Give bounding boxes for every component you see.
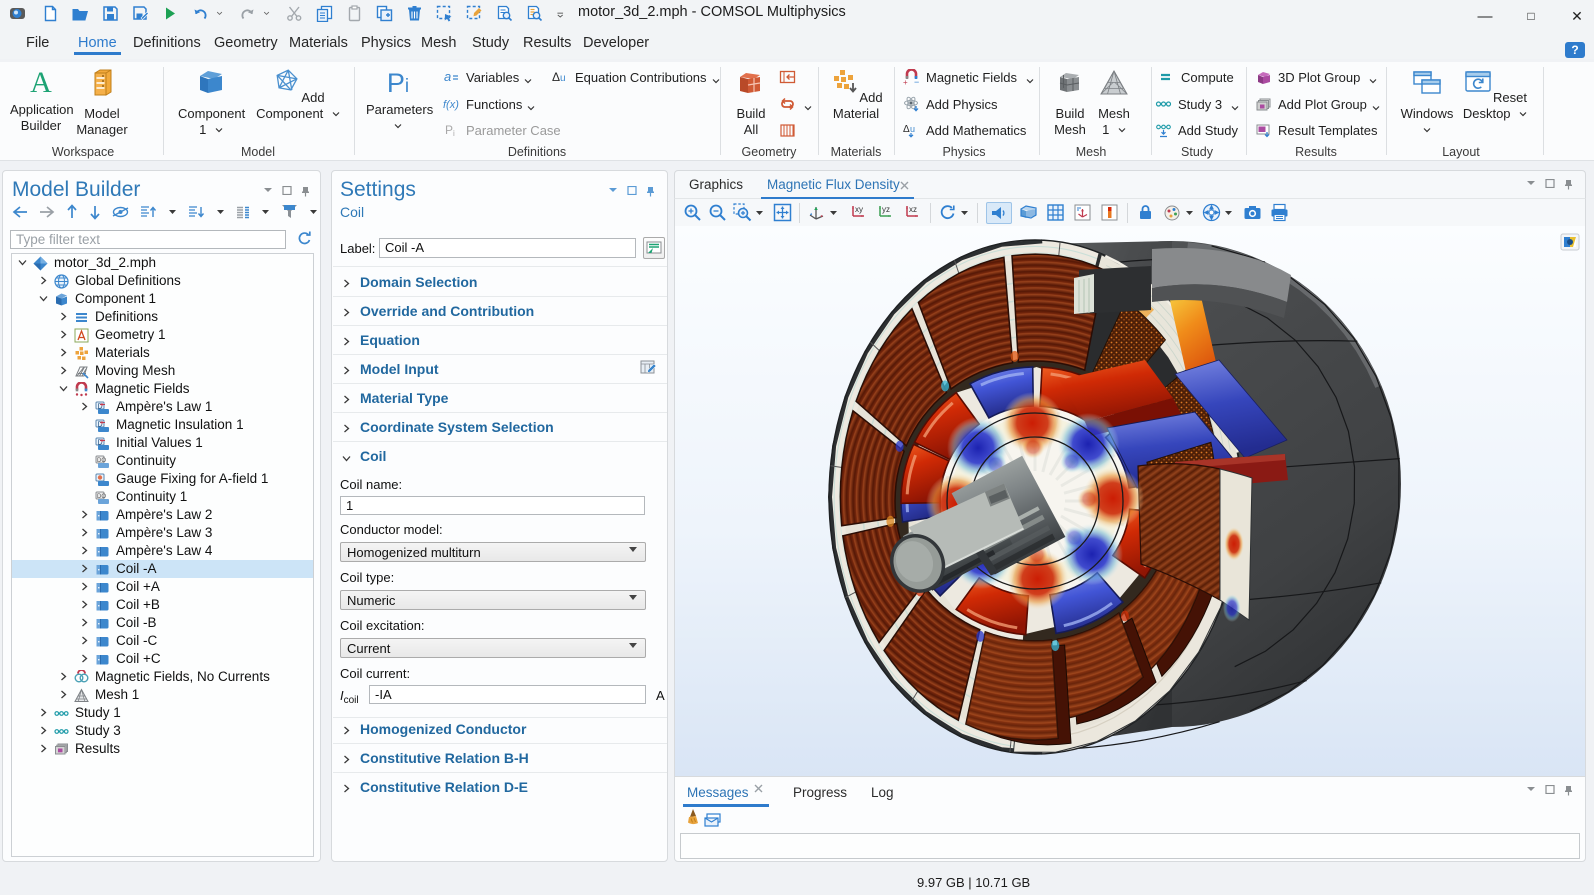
svg-text:P: P [445, 123, 453, 137]
svg-text:Δ: Δ [903, 124, 910, 135]
svg-text:f(x): f(x) [443, 99, 459, 111]
svg-text:−: − [914, 77, 919, 86]
svg-text:u: u [560, 73, 566, 84]
svg-text:a: a [444, 69, 451, 84]
svg-text:i: i [453, 129, 455, 138]
svg-text:xz: xz [909, 205, 917, 214]
svg-text:Δ: Δ [552, 70, 560, 84]
svg-text:u: u [910, 124, 915, 134]
svg-text:+: + [903, 78, 908, 86]
svg-text:xy: xy [855, 205, 863, 214]
svg-text:yz: yz [882, 205, 890, 214]
